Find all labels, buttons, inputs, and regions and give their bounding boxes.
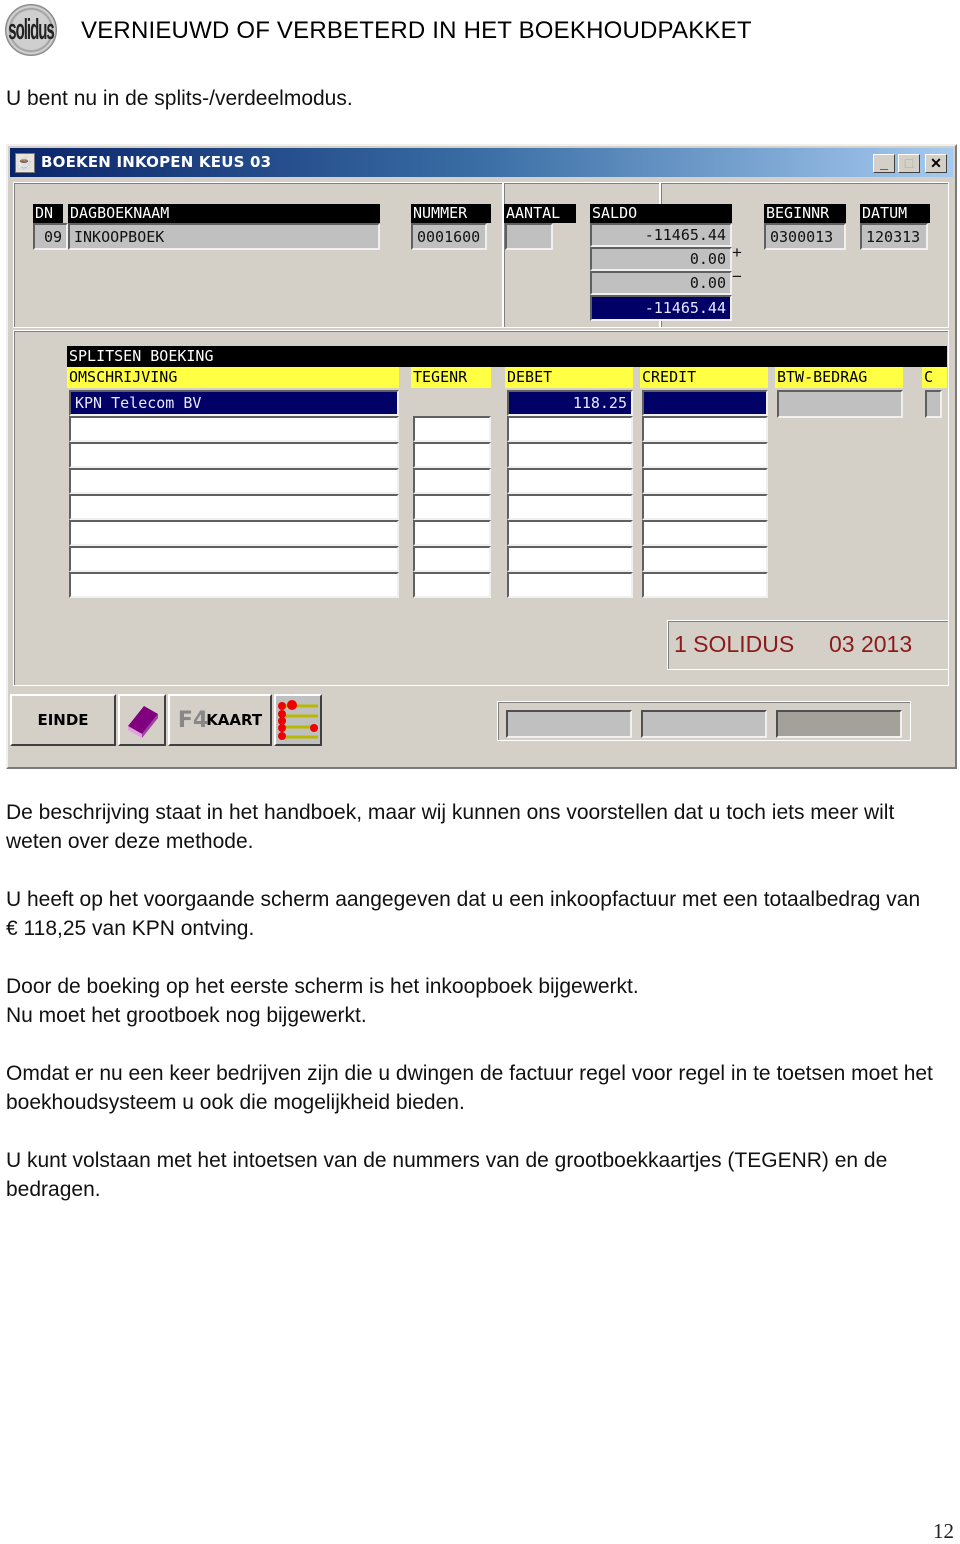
title-bar[interactable]: ☕ BOEKEN INKOPEN KEUS 03 _ □ ✕ [10,148,953,177]
row-4-tegenr[interactable] [413,468,491,494]
book-button[interactable] [118,694,166,746]
row-1-credit[interactable] [642,390,768,416]
page-number: 12 [933,1519,954,1543]
saldo-plus-field: 0.00 [590,247,732,271]
beginnr-label: BEGINNR [764,204,846,223]
minus-sign: − [732,267,742,286]
app-window: ☕ BOEKEN INKOPEN KEUS 03 _ □ ✕ DN 09 DAG… [6,144,957,769]
row-8-omschrijving[interactable] [69,572,399,598]
paragraph-4: Omdat er nu een keer bedrijven zijn die … [6,1062,933,1114]
row-6-omschrijving[interactable] [69,520,399,546]
status-box-1 [506,710,632,738]
row-7-tegenr[interactable] [413,546,491,572]
plus-sign: + [732,243,742,262]
row-3-omschrijving[interactable] [69,442,399,468]
status-box-2 [641,710,767,738]
col-btw-bedrag: BTW-BEDRAG [775,367,903,388]
row-3-credit[interactable] [642,442,768,468]
datum-field[interactable]: 120313 [860,223,928,250]
row-4-debet[interactable] [507,468,633,494]
paragraph-1: De beschrijving staat in het handboek, m… [6,801,895,853]
saldo-result-field: -11465.44 [590,295,732,321]
aantal-field[interactable] [505,223,553,250]
abacus-icon [278,700,318,740]
dagboeknaam-field[interactable]: INKOOPBOEK [68,223,380,250]
col-tegenr: TEGENR [411,367,491,388]
row-8-credit[interactable] [642,572,768,598]
row-7-omschrijving[interactable] [69,546,399,572]
f4-key-label: F4 [177,707,209,733]
intro-text: U bent nu in de splits-/verdeelmodus. [6,87,353,110]
row-4-credit[interactable] [642,468,768,494]
java-cup-icon: ☕ [15,153,35,173]
datum-label: DATUM [860,204,930,223]
row-1-btw-bedrag[interactable] [777,390,903,418]
col-debet: DEBET [505,367,633,388]
saldo-minus-field: 0.00 [590,271,732,295]
beginnr-field[interactable]: 0300013 [764,223,846,250]
saldo-label: SALDO [590,204,732,223]
aantal-label: AANTAL [504,204,576,223]
col-credit: CREDIT [640,367,768,388]
paragraph-2: U heeft op het voorgaande scherm aangege… [6,888,921,940]
row-2-tegenr[interactable] [413,416,491,442]
nummer-field[interactable]: 0001600 [411,223,487,250]
row-7-credit[interactable] [642,546,768,572]
company-name: 1 SOLIDUS [674,631,795,657]
status-bar [497,701,911,741]
row-6-debet[interactable] [507,520,633,546]
col-c: C [922,367,947,388]
kaart-label: KAART [206,711,263,729]
row-6-credit[interactable] [642,520,768,546]
nummer-label: NUMMER [411,204,491,223]
col-omschrijving: OMSCHRIJVING [67,367,399,388]
status-box-3 [776,710,902,738]
dn-field[interactable]: 09 [33,223,68,250]
close-button[interactable]: ✕ [925,154,947,173]
row-1-omschrijving[interactable]: KPN Telecom BV [69,390,399,416]
dagboeknaam-label: DAGBOEKNAAM [68,204,380,223]
paragraph-5: U kunt volstaan met het intoetsen van de… [6,1149,888,1201]
row-5-omschrijving[interactable] [69,494,399,520]
row-5-credit[interactable] [642,494,768,520]
row-2-debet[interactable] [507,416,633,442]
dn-label: DN [33,204,63,223]
einde-label: EINDE [37,711,89,729]
row-6-tegenr[interactable] [413,520,491,546]
einde-button[interactable]: EINDE [10,694,116,746]
row-1-c[interactable] [925,390,942,418]
row-4-omschrijving[interactable] [69,468,399,494]
row-3-debet[interactable] [507,442,633,468]
kaart-button[interactable]: F4 KAART [168,694,272,746]
row-7-debet[interactable] [507,546,633,572]
row-5-tegenr[interactable] [413,494,491,520]
row-3-tegenr[interactable] [413,442,491,468]
row-2-credit[interactable] [642,416,768,442]
abacus-button[interactable] [274,694,322,746]
row-2-omschrijving[interactable] [69,416,399,442]
period-value: 03 2013 [829,631,913,657]
row-8-debet[interactable] [507,572,633,598]
row-1-debet[interactable]: 118.25 [507,390,633,416]
row-8-tegenr[interactable] [413,572,491,598]
status-panel: 1 SOLIDUS 03 2013 [667,620,949,670]
document-title: VERNIEUWD OF VERBETERD IN HET BOEKHOUDPA… [81,17,752,44]
row-5-debet[interactable] [507,494,633,520]
maximize-button[interactable]: □ [898,154,920,173]
paragraph-3: Door de boeking op het eerste scherm is … [6,975,639,1027]
solidus-logo: solidus [5,4,57,56]
saldo-total-field: -11465.44 [590,223,732,247]
book-icon [128,706,158,738]
minimize-button[interactable]: _ [873,154,895,173]
split-section-title: SPLITSEN BOEKING [67,346,947,367]
window-title: BOEKEN INKOPEN KEUS 03 [41,153,272,171]
